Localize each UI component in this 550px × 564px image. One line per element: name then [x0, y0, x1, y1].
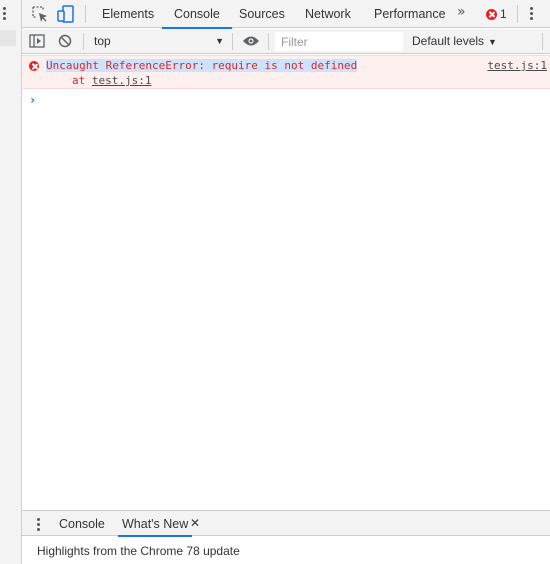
drawer-tabbar: Console What's New ✕: [22, 510, 550, 537]
divider: [85, 5, 86, 23]
customize-devtools-icon[interactable]: [530, 7, 536, 23]
error-icon: [29, 61, 39, 71]
tab-network[interactable]: Network: [305, 0, 351, 28]
chevron-double-right-icon[interactable]: »: [457, 4, 466, 20]
filter-input[interactable]: [275, 32, 403, 51]
console-toolbar: top ▼ Default levels▼: [22, 29, 550, 54]
more-vertical-icon[interactable]: [0, 5, 10, 23]
levels-label: Default levels: [412, 34, 485, 48]
divider: [232, 33, 233, 50]
inspect-element-icon[interactable]: [31, 5, 49, 23]
error-text: Uncaught ReferenceError: require is not …: [46, 59, 358, 72]
live-expression-eye-icon[interactable]: [242, 35, 260, 47]
device-toolbar-icon[interactable]: [57, 5, 75, 23]
divider: [542, 33, 543, 50]
context-value: top: [94, 34, 111, 48]
error-count: 1: [500, 7, 507, 21]
console-prompt-icon[interactable]: ›: [29, 93, 36, 107]
devtools-tabbar: Elements Console Sources Network Perform…: [22, 0, 550, 29]
tab-elements[interactable]: Elements: [102, 0, 154, 28]
drawer-more-icon[interactable]: [37, 518, 41, 533]
drawer-tab-whats-new[interactable]: What's New: [117, 511, 193, 537]
execution-context-select[interactable]: top ▼: [88, 31, 226, 52]
whats-new-headline: Highlights from the Chrome 78 update: [37, 544, 240, 558]
close-icon[interactable]: ✕: [190, 516, 200, 530]
dropdown-arrow-icon: ▼: [215, 36, 224, 46]
error-count-badge[interactable]: 1: [486, 7, 507, 21]
divider: [268, 33, 269, 50]
stack-prefix: at: [72, 74, 92, 87]
page-selection-marker: [0, 30, 16, 46]
whats-new-panel: Highlights from the Chrome 78 update: [22, 537, 550, 564]
error-icon: [486, 8, 497, 20]
console-messages[interactable]: Uncaught ReferenceError: require is not …: [22, 55, 550, 510]
divider: [83, 33, 84, 50]
devtools-panel: Elements Console Sources Network Perform…: [22, 0, 550, 564]
tab-sources[interactable]: Sources: [239, 0, 285, 28]
log-levels-dropdown[interactable]: Default levels ▼: [412, 29, 497, 54]
dropdown-arrow-icon: ▼: [488, 37, 497, 47]
error-stack-trace: at test.js:1: [72, 74, 151, 87]
divider: [517, 5, 518, 23]
drawer-tab-console[interactable]: Console: [59, 511, 105, 536]
stack-frame-link[interactable]: test.js:1: [92, 74, 152, 87]
console-error-message: Uncaught ReferenceError: require is not …: [22, 55, 550, 89]
clear-console-icon[interactable]: [57, 33, 73, 49]
page-edge-strip: [0, 0, 22, 564]
message-source-link[interactable]: test.js:1: [487, 59, 547, 72]
console-sidebar-icon[interactable]: [29, 33, 45, 49]
tab-performance[interactable]: Performance: [374, 0, 446, 28]
tab-console[interactable]: Console: [162, 0, 232, 29]
